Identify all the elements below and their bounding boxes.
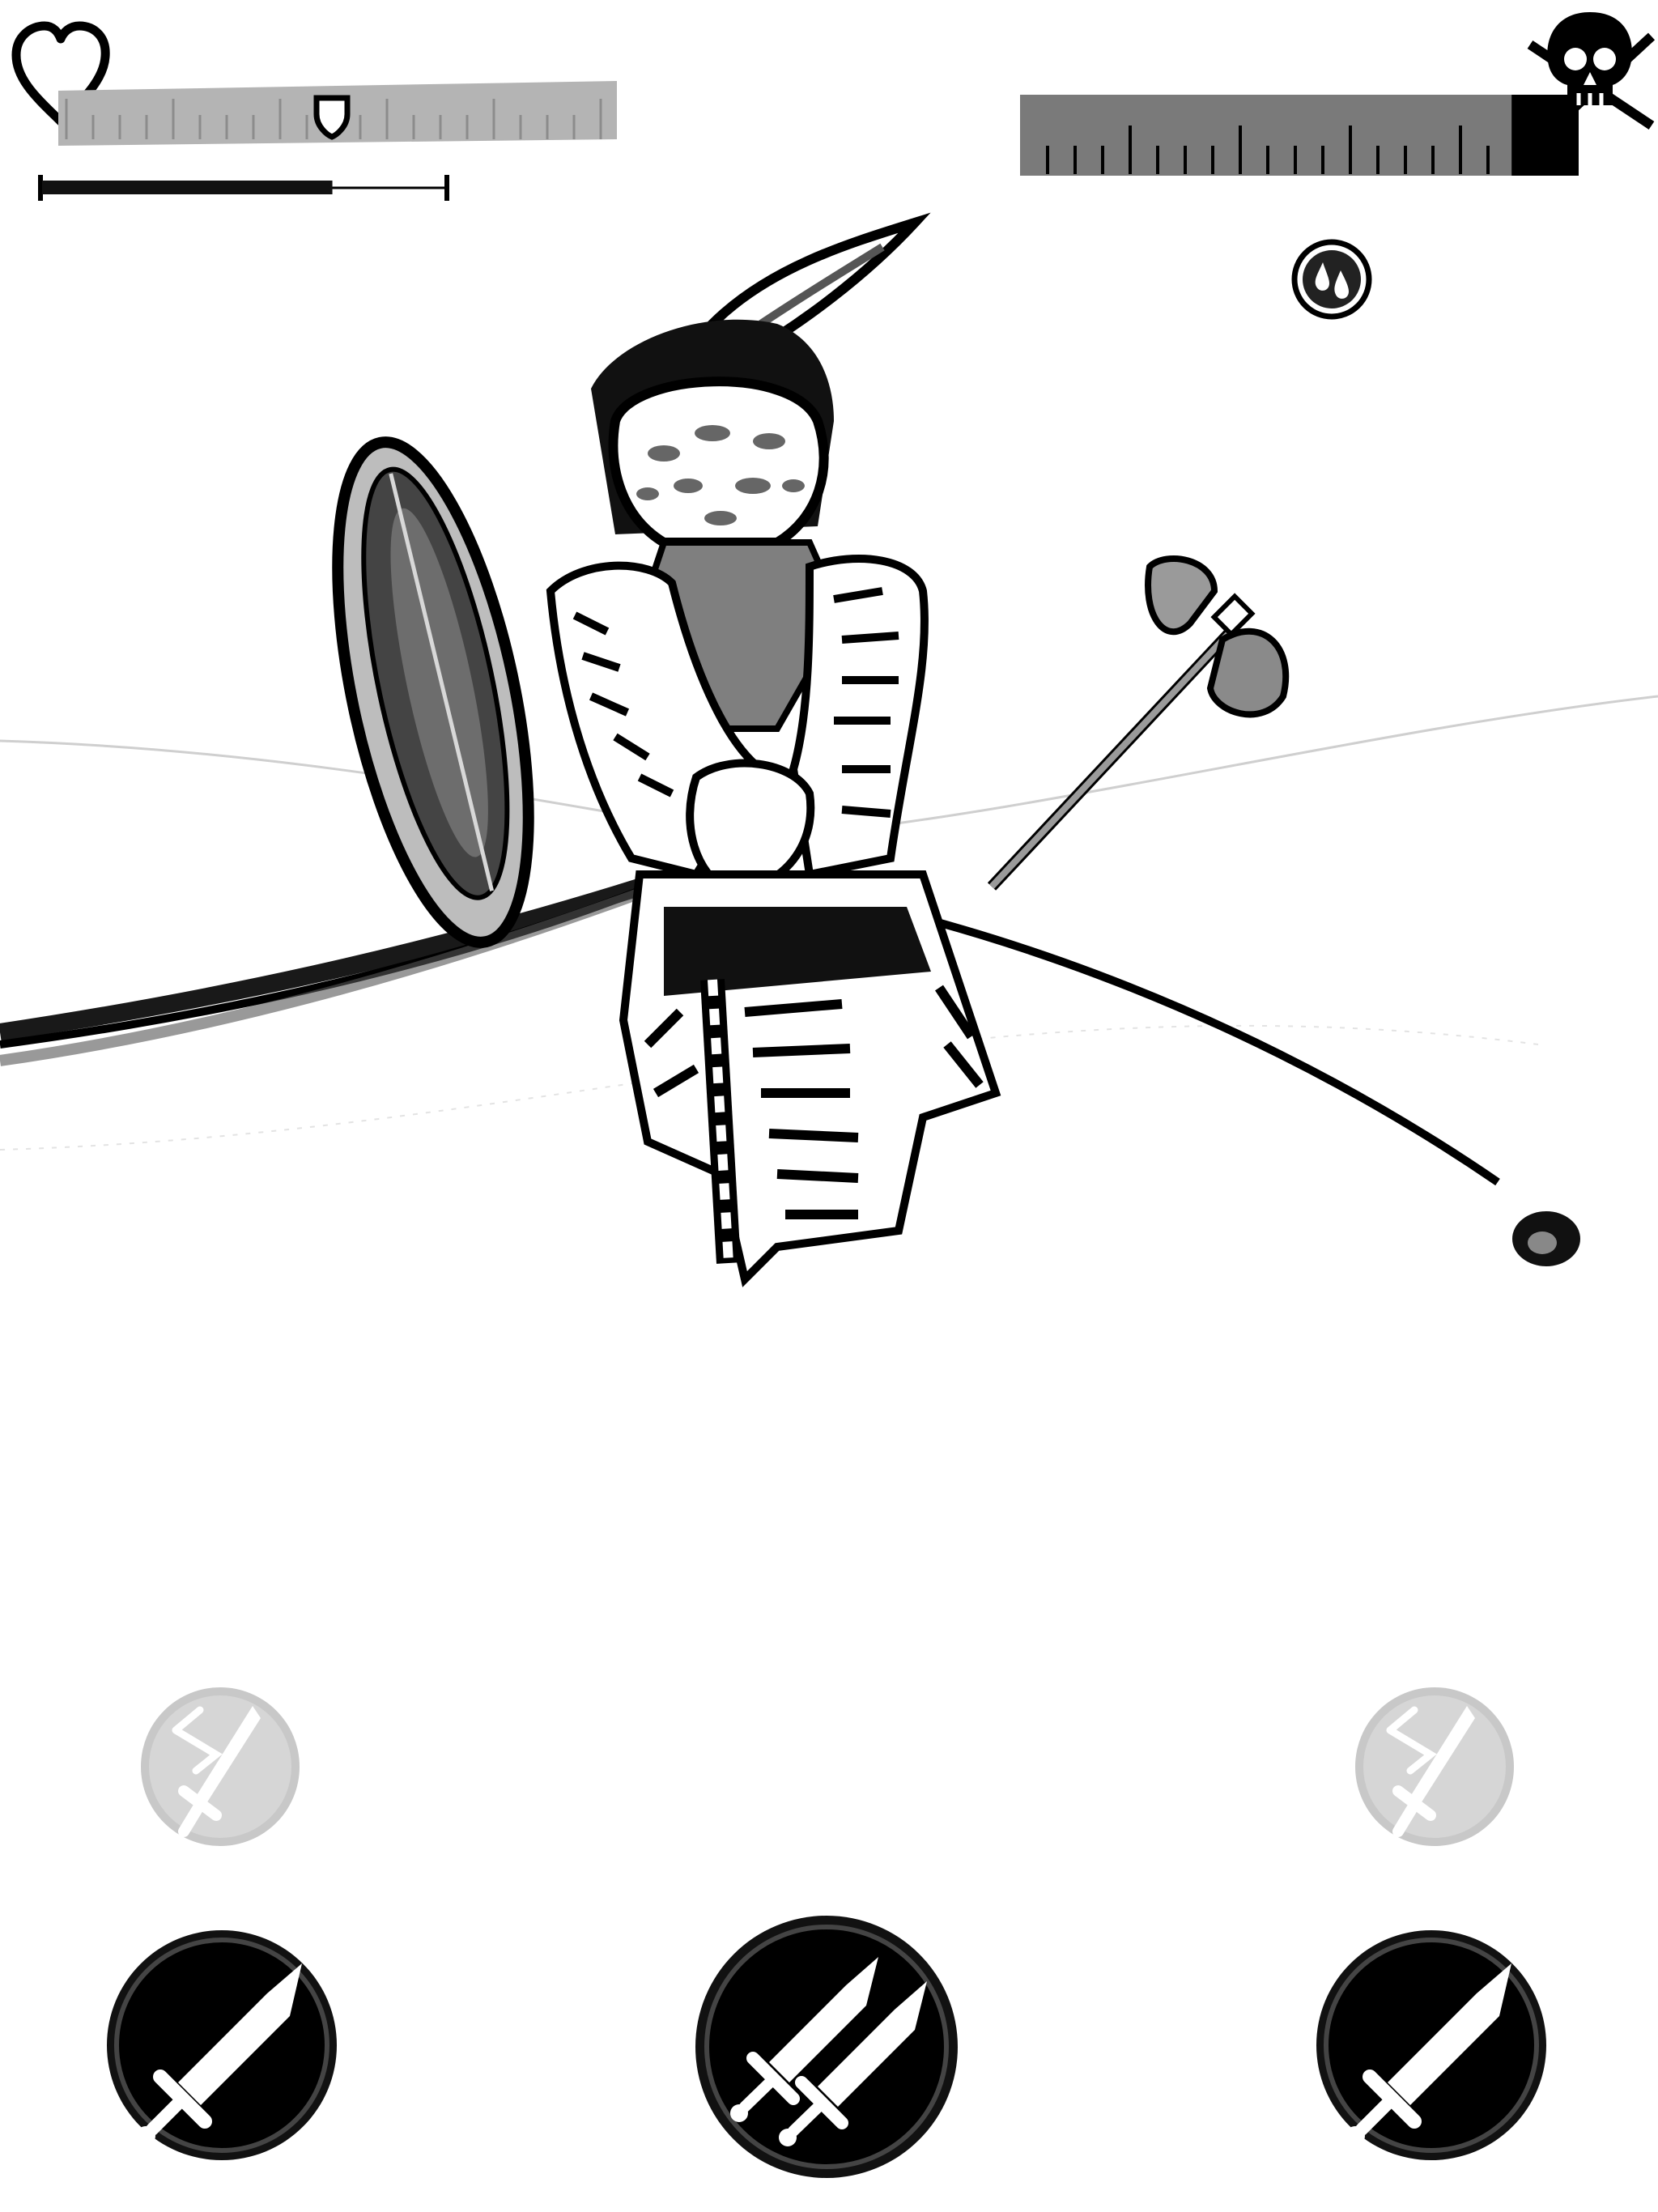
double-sword-icon — [695, 1916, 958, 2178]
masked-warrior — [546, 212, 1001, 1287]
enemy-health-bar — [1020, 85, 1579, 186]
player-stamina-bar — [37, 172, 450, 204]
special-right-button[interactable] — [1354, 1686, 1516, 1848]
round-shield-icon — [332, 436, 534, 948]
attack-right-button[interactable] — [1313, 1927, 1550, 2163]
player-hud — [0, 0, 648, 219]
bleed-drops-icon — [1291, 239, 1372, 320]
double-axe-icon — [987, 555, 1290, 891]
attack-left-button[interactable] — [104, 1927, 340, 2163]
sword-icon — [107, 1930, 337, 2160]
skull-crossbones-icon — [1527, 12, 1656, 138]
attack-center-button[interactable] — [692, 1912, 961, 2181]
sword-icon — [1316, 1930, 1546, 2160]
sword-dash-icon — [1355, 1687, 1514, 1846]
sword-dash-icon — [141, 1687, 300, 1846]
special-left-button[interactable] — [139, 1686, 301, 1848]
shield-icon — [313, 95, 351, 140]
enemy-hud — [1004, 0, 1658, 340]
